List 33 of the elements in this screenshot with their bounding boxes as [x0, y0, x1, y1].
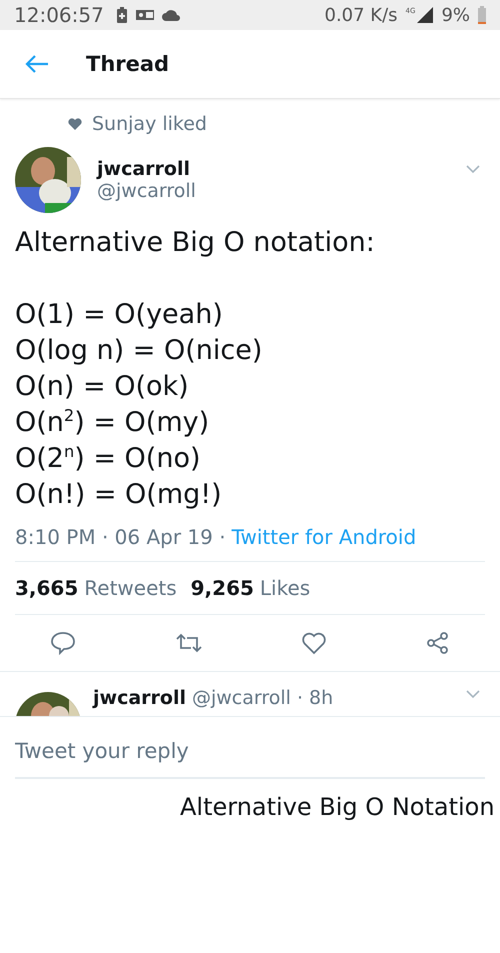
- source-link[interactable]: Twitter for Android: [232, 525, 416, 549]
- reply-author-handle[interactable]: @jwcarroll · 8h: [192, 687, 334, 709]
- retweet-icon[interactable]: [174, 632, 203, 654]
- tweet-text-line: O(1) = O(yeah): [15, 298, 223, 332]
- like-count[interactable]: 9,265: [190, 576, 254, 600]
- cloud-icon: [162, 9, 180, 21]
- tweet-text-line: O(2$^{n}$) = O(no): [15, 441, 201, 476]
- retweet-count[interactable]: 3,665: [15, 576, 78, 600]
- page-title: Thread: [86, 52, 170, 76]
- retweets-label[interactable]: Retweets: [84, 576, 177, 600]
- heart-outline-icon[interactable]: [301, 631, 328, 655]
- likes-label[interactable]: Likes: [260, 576, 310, 600]
- share-icon[interactable]: [426, 631, 450, 655]
- tweet-timestamp: 8:10 PM · 06 Apr 19 ·: [15, 525, 226, 549]
- reply-author-name[interactable]: jwcarroll: [93, 687, 186, 709]
- heart-icon: [68, 118, 82, 130]
- reply-icon[interactable]: [50, 631, 76, 655]
- battery-icon: [478, 6, 486, 24]
- tweet-text-line: Alternative Big O notation:: [15, 226, 375, 260]
- back-icon[interactable]: [24, 54, 50, 74]
- author-name[interactable]: jwcarroll: [97, 158, 196, 180]
- tweet-text-line: O(n$^{2}$) = O(my): [15, 405, 210, 440]
- author-handle[interactable]: @jwcarroll: [97, 180, 196, 202]
- social-context: Sunjay liked: [92, 113, 207, 135]
- signal-icon: [417, 7, 434, 23]
- clock: 12:06:57: [14, 3, 104, 27]
- caption: Alternative Big O Notation: [179, 792, 496, 821]
- tweet-text-line: O(n) = O(ok): [15, 370, 189, 404]
- tweet-text-line: O(log n) = O(nice): [15, 334, 262, 368]
- battery-saver-icon: [116, 7, 128, 23]
- battery-percent: 9%: [441, 4, 470, 26]
- network-speed: 0.07 K/s: [324, 4, 398, 26]
- tweet-text-line: O(n!) = O(mg!): [15, 478, 222, 512]
